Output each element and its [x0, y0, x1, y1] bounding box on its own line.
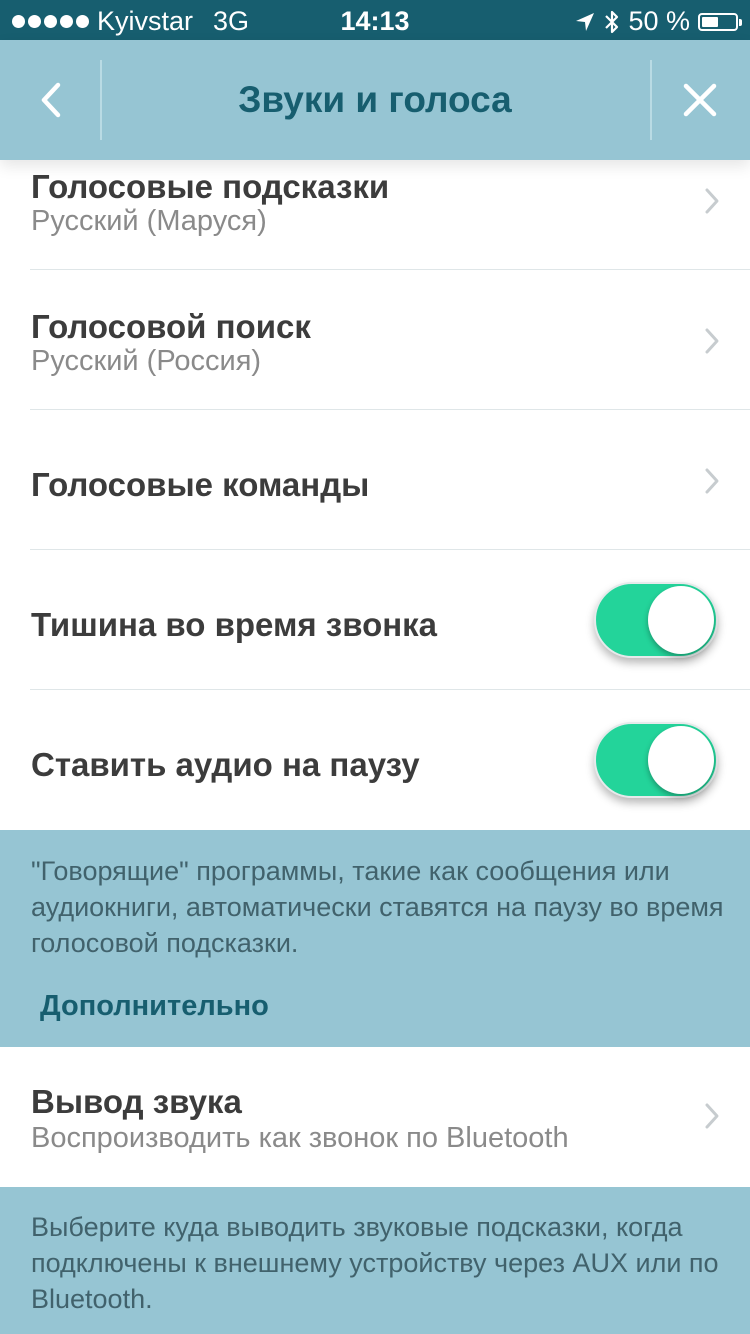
- toggle-knob: [648, 726, 714, 794]
- row-title: Голосовые подсказки: [31, 168, 390, 205]
- bluetooth-icon: [605, 10, 619, 33]
- pause-audio-footnote: "Говорящие" программы, такие как сообщен…: [31, 856, 724, 958]
- navigation-bar: Звуки и голоса: [0, 40, 750, 160]
- chevron-left-icon: [41, 82, 61, 118]
- row-title: Голосовые команды: [31, 466, 370, 503]
- close-icon: [683, 83, 717, 117]
- status-bar: Kyivstar 3G 14:13 50 %: [0, 0, 750, 40]
- row-title: Вывод звука: [31, 1083, 242, 1120]
- battery-icon: [698, 12, 742, 31]
- pause-audio-toggle[interactable]: [594, 722, 718, 798]
- audio-output-footnote: Выберите куда выводить звуковые подсказк…: [31, 1212, 719, 1314]
- section-header-additional: Дополнительно: [40, 990, 269, 1022]
- page-title: Звуки и голоса: [238, 79, 512, 120]
- audio-output-group: Вывод звука Воспроизводить как звонок по…: [0, 1047, 750, 1187]
- chevron-right-icon: [705, 188, 719, 214]
- battery-percent: 50 %: [628, 6, 690, 36]
- voice-settings-group: Голосовые подсказки Русский (Маруся) Гол…: [0, 130, 750, 830]
- chevron-right-icon: [705, 468, 719, 494]
- row-title: Ставить аудио на паузу: [31, 746, 420, 783]
- close-button[interactable]: [650, 40, 750, 160]
- row-title: Тишина во время звонка: [31, 606, 438, 643]
- row-pause-audio: Ставить аудио на паузу: [0, 690, 750, 830]
- status-right: 50 %: [574, 6, 742, 37]
- row-subtitle: Русский (Маруся): [31, 205, 267, 237]
- row-silence-during-call: Тишина во время звонка: [0, 550, 750, 690]
- chevron-right-icon: [705, 328, 719, 354]
- row-voice-search[interactable]: Голосовой поиск Русский (Россия): [0, 270, 750, 410]
- row-title: Голосовой поиск: [31, 308, 311, 345]
- toggle-knob: [648, 586, 714, 654]
- row-subtitle: Воспроизводить как звонок по Bluetooth: [31, 1122, 569, 1154]
- chevron-right-icon: [705, 1103, 719, 1129]
- location-arrow-icon: [576, 12, 595, 31]
- row-voice-commands[interactable]: Голосовые команды: [0, 410, 750, 550]
- back-button[interactable]: [0, 40, 100, 160]
- silence-during-call-toggle[interactable]: [594, 582, 718, 658]
- row-audio-output[interactable]: Вывод звука Воспроизводить как звонок по…: [0, 1047, 750, 1187]
- row-subtitle: Русский (Россия): [31, 345, 262, 377]
